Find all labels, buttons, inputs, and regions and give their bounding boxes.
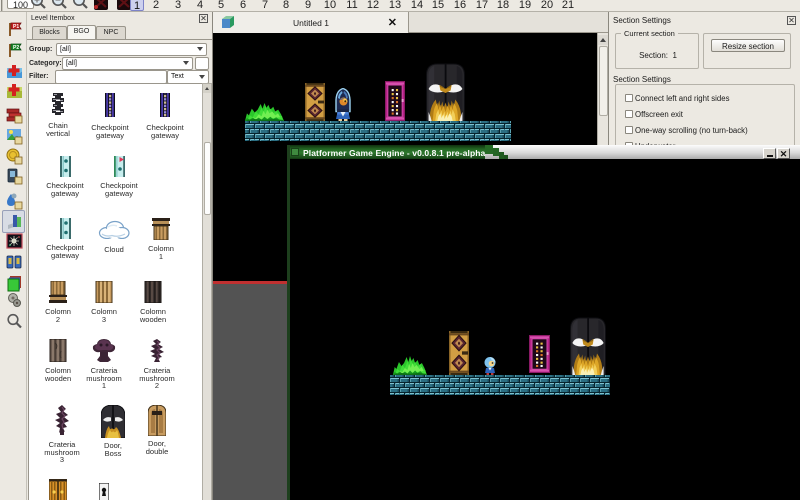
svg-text:P2: P2 bbox=[13, 45, 19, 51]
svg-text:P1: P1 bbox=[13, 24, 19, 30]
